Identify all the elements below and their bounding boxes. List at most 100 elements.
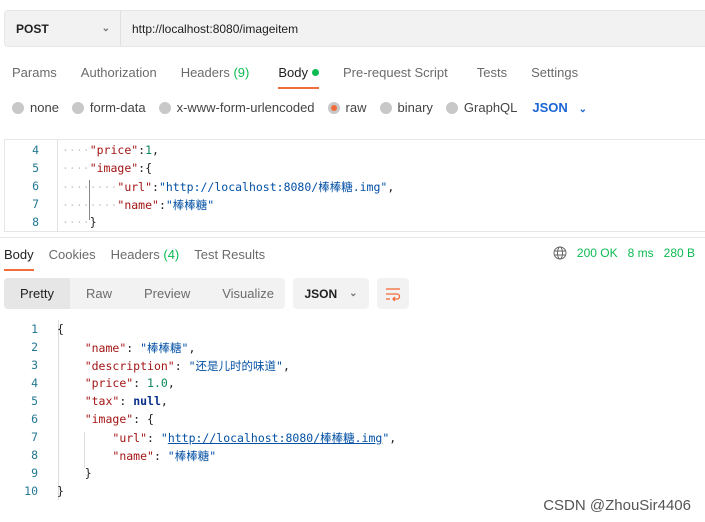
line-number: 7 [32,197,39,211]
view-mode-pretty[interactable]: Pretty [4,278,70,309]
radio-label: form-data [89,100,146,115]
code-line: } [57,466,92,480]
code-token: "棒棒糖" [140,341,189,355]
status-dot-icon [311,69,319,76]
radio-raw[interactable]: raw [327,100,367,115]
code-line: "image": { [57,412,154,426]
tab-body[interactable]: Body [4,247,34,271]
radio-label: raw [345,100,367,115]
code-token: "name" [112,449,154,463]
indent-guide [89,180,90,220]
method-select[interactable]: POST ⌄ [5,11,121,46]
view-mode-visualize[interactable]: Visualize [206,278,290,309]
chevron-down-icon: ⌄ [101,23,110,34]
code-token: ···· [62,161,90,175]
tab-params[interactable]: Params [12,65,57,80]
tab-label: Cookies [48,247,96,262]
response-time[interactable]: 8 ms [628,246,654,260]
tab-authorization[interactable]: Authorization [81,65,157,80]
code-token: "tax" [84,394,120,408]
tab-body[interactable]: Body [278,65,319,89]
response-body-viewer[interactable]: 1 {2 "name": "棒棒糖", 3 "description": "还是儿时… [0,320,705,505]
tab-tests[interactable]: Tests [477,65,507,80]
code-token: null [133,394,161,408]
code-token: , [389,431,397,445]
radio-none[interactable]: none [12,100,59,115]
code-line: } [57,484,64,498]
code-token: { [57,322,64,336]
code-line: ········"url":"http://localhost:8080/棒棒糖… [62,179,394,195]
response-tabs: Body Cookies Headers (4) Test Results [4,247,265,271]
tab-test-results[interactable]: Test Results [194,247,265,262]
view-mode-raw[interactable]: Raw [70,278,128,309]
code-line: ····"image":{ [62,161,152,175]
code-token: : [126,341,141,355]
code-token: } [57,466,92,480]
line-number: 5 [31,394,38,408]
code-token: "http://localhost:8080/棒棒糖.img" [158,180,388,194]
response-size[interactable]: 280 B [664,246,695,260]
wrap-icon [386,287,401,301]
response-status: 200 OK 8 ms 280 B [553,246,695,260]
line-number: 6 [32,179,39,193]
code-token: : [153,449,168,463]
code-line: ········"name":"棒棒糖" [62,197,214,213]
response-format-select[interactable]: JSON ⌄ [293,278,369,309]
code-token: "url" [117,180,153,194]
line-number: 7 [31,430,38,444]
tab-settings[interactable]: Settings [531,65,578,80]
code-token: : [158,198,166,212]
chevron-down-icon: ⌄ [349,288,358,299]
body-format-select[interactable]: JSON ⌄ [532,100,587,115]
code-token: : { [133,412,154,426]
tab-headers[interactable]: Headers (9) [181,65,250,80]
code-token: , [167,376,175,390]
radio-label: GraphQL [463,100,518,115]
line-number: 4 [31,376,38,390]
code-line: "name": "棒棒糖" [57,448,216,464]
radio-binary[interactable]: binary [379,100,433,115]
code-line: ····} [62,215,97,229]
code-token: :{ [138,161,153,175]
url-bar: POST ⌄ http://localhost:8080/imageitem [4,10,705,47]
tab-label: Test Results [194,247,266,262]
tab-label: Tests [476,65,508,80]
format-label: JSON [304,286,338,301]
code-token: } [89,215,97,229]
tab-pre-request-script[interactable]: Pre-request Script [343,65,448,80]
status-code[interactable]: 200 OK [577,246,618,260]
radio-label: none [30,100,59,115]
tab-label: Headers [110,247,160,262]
request-body-editor[interactable]: 4····"price":1,5····"image":{6········"u… [4,139,705,232]
url-input[interactable]: http://localhost:8080/imageitem [121,22,298,36]
code-token: , [152,143,159,157]
code-token: "还是儿时的味道" [188,359,283,373]
code-token: "price" [84,376,134,390]
tab-label: Body [278,65,308,80]
code-token: "price" [89,143,139,157]
pane-divider[interactable] [0,237,705,238]
code-token: " [160,431,168,445]
wrap-lines-button[interactable] [377,278,409,309]
code-token: : [133,376,148,390]
view-mode-preview[interactable]: Preview [128,278,206,309]
code-line: "url": "http://localhost:8080/棒棒糖.img", [57,430,396,446]
code-line: { [57,322,64,336]
line-number: 9 [31,466,38,480]
tab-cookies[interactable]: Cookies [49,247,96,262]
code-token: , [387,180,395,194]
radio-form-data[interactable]: form-data [71,100,146,115]
radio-x-www-form-urlencoded[interactable]: x-www-form-urlencoded [158,100,315,115]
radio-graphql[interactable]: GraphQL [445,100,518,115]
globe-icon[interactable] [553,246,567,260]
code-token: ···· [62,215,90,229]
line-number: 8 [31,448,38,462]
tab-headers[interactable]: Headers (4) [111,247,180,262]
radio-circle-icon [445,101,458,114]
code-line: "description": "还是儿时的味道", [57,358,290,374]
code-line: "price": 1.0, [57,376,175,390]
